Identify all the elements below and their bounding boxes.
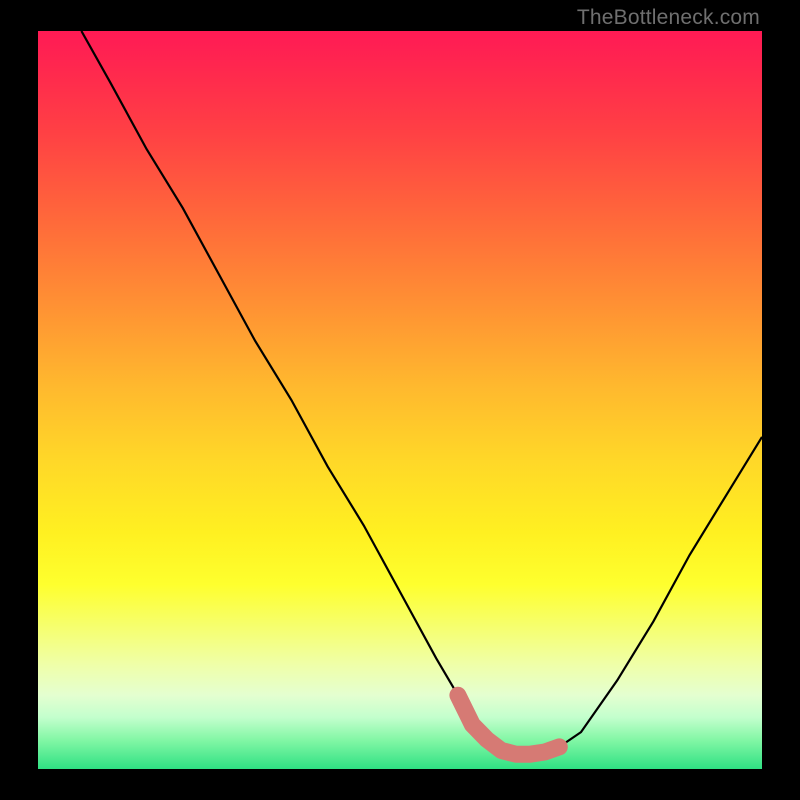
curve-svg [38,31,762,769]
plot-area [38,31,762,769]
chart-frame: TheBottleneck.com [0,0,800,800]
watermark-text: TheBottleneck.com [577,6,760,30]
bottleneck-curve [81,31,762,754]
optimal-range-highlight [458,695,559,754]
